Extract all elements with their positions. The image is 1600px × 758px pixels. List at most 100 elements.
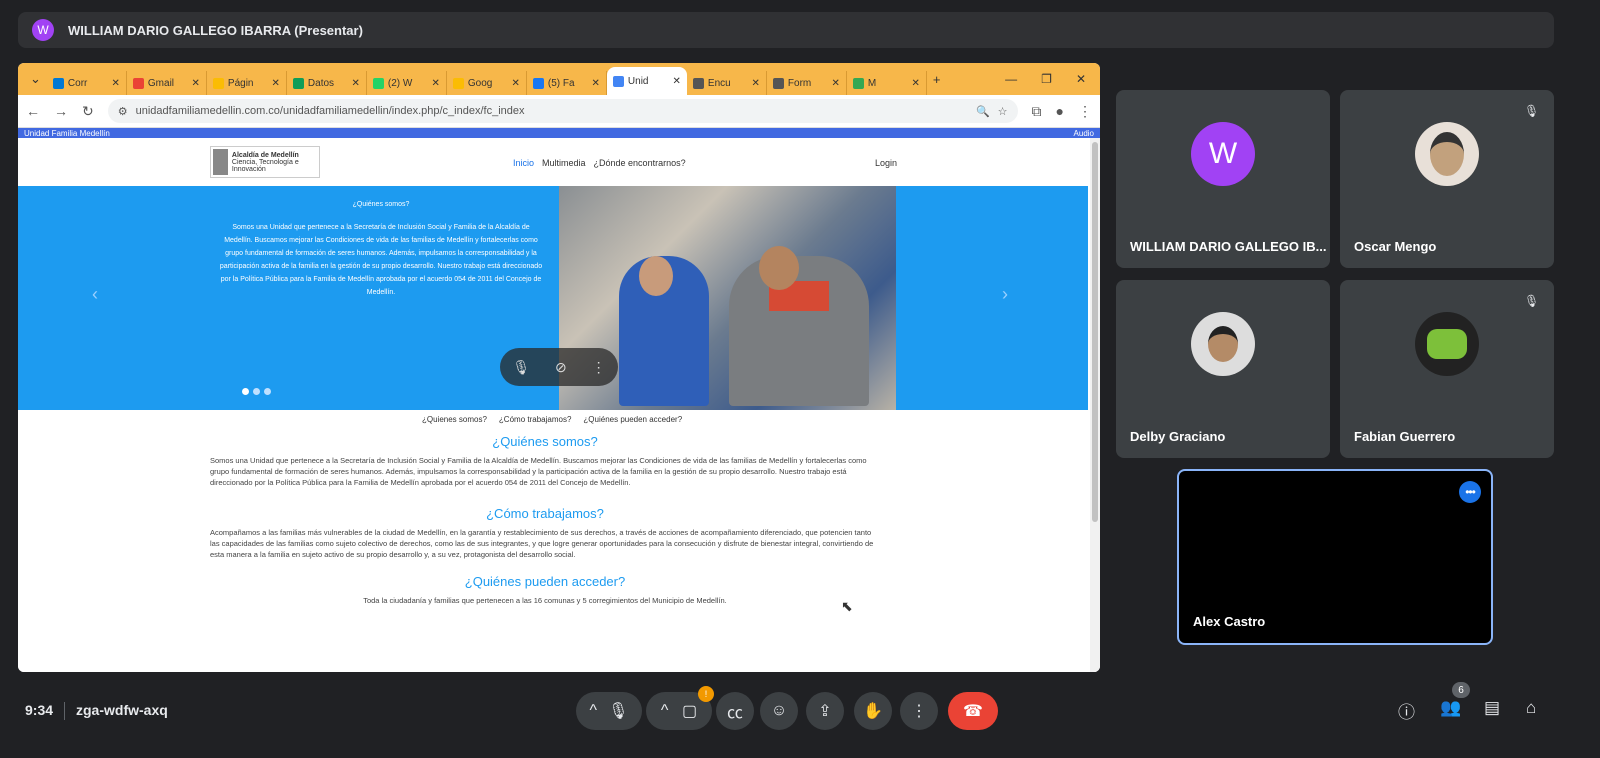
tab-close-icon[interactable]: ✕ xyxy=(752,78,760,89)
tab-favicon-icon xyxy=(532,77,544,89)
browser-tab[interactable]: Unid ✕ xyxy=(606,67,687,95)
bookmark-star-icon[interactable]: ☆ xyxy=(998,105,1008,118)
browser-tab[interactable]: (5) Fa ✕ xyxy=(527,71,607,95)
browser-tabstrip: ⌄ Corr ✕ Gmail ✕ Págin ✕ Datos ✕ (2) W ✕ Goog ✕ (5) … xyxy=(18,63,1100,95)
camera-control[interactable]: ^ ▢ ! xyxy=(646,686,714,730)
carousel-dot[interactable] xyxy=(264,388,271,395)
carousel-next-icon[interactable]: › xyxy=(1002,284,1008,305)
more-options-icon[interactable]: ••• xyxy=(1459,481,1481,503)
participant-tile[interactable]: 🎙 Fabian Guerrero xyxy=(1340,280,1554,458)
tab-favicon-icon xyxy=(612,75,624,87)
tab-close-icon[interactable]: ✕ xyxy=(832,78,840,89)
logo-subtitle: Ciencia, Tecnología e Innovación xyxy=(231,158,299,173)
link-como[interactable]: ¿Cómo trabajamos? xyxy=(499,415,571,424)
tab-close-icon[interactable]: ✕ xyxy=(272,78,280,89)
close-icon[interactable]: ✕ xyxy=(1076,72,1086,86)
browser-tab[interactable]: Goog ✕ xyxy=(447,71,527,95)
carousel-dot[interactable] xyxy=(242,388,249,395)
menu-inicio[interactable]: Inicio xyxy=(513,158,534,168)
alcaldia-logo[interactable]: Alcaldía de Medellín Ciencia, Tecnología… xyxy=(210,146,320,178)
hangup-icon: ☎ xyxy=(963,703,983,720)
link-quienes[interactable]: ¿Quienes somos? xyxy=(422,415,487,424)
mic-icon[interactable]: 🎙 xyxy=(608,701,628,721)
participant-name: Fabian Guerrero xyxy=(1354,429,1456,444)
captions-button[interactable]: ㏄ xyxy=(716,692,754,730)
section-text: Acompañamos a las familias más vulnerabl… xyxy=(210,528,874,559)
minimize-icon[interactable]: — xyxy=(1005,72,1017,86)
login-link[interactable]: Login xyxy=(875,158,897,168)
browser-menu-icon[interactable]: ⋮ xyxy=(1078,103,1092,120)
section-title: ¿Cómo trabajamos? xyxy=(486,506,604,521)
browser-tab[interactable]: Form ✕ xyxy=(767,71,847,95)
more-options-button[interactable]: ⋮ xyxy=(900,692,938,730)
raise-hand-button[interactable]: ✋ xyxy=(854,692,892,730)
tab-label: (5) Fa xyxy=(547,77,575,89)
carousel-dot[interactable] xyxy=(253,388,260,395)
reactions-button[interactable]: ☺ xyxy=(760,692,798,730)
site-info-icon[interactable]: ⚙ xyxy=(118,105,128,118)
browser-tab[interactable]: Encu ✕ xyxy=(687,71,767,95)
tab-search-icon[interactable]: ⌄ xyxy=(30,71,41,87)
chat-icon[interactable]: ▤ xyxy=(1484,698,1500,718)
captions-icon: ㏄ xyxy=(726,705,743,722)
menu-donde[interactable]: ¿Dónde encontrarnos? xyxy=(594,158,686,168)
link-acceder[interactable]: ¿Quiénes pueden acceder? xyxy=(583,415,682,424)
carousel-prev-icon[interactable]: ‹ xyxy=(92,284,98,305)
tab-close-icon[interactable]: ✕ xyxy=(592,78,600,89)
participant-count-badge: 6 xyxy=(1452,682,1470,698)
mic-off-icon: 🎙 xyxy=(1524,104,1540,118)
camera-icon[interactable]: ▢ xyxy=(682,701,697,721)
participant-avatar xyxy=(1415,312,1479,377)
leave-call-button[interactable]: ☎ xyxy=(948,692,998,730)
presenter-overlay-controls: 🎙 ⊘ ⋮ xyxy=(500,348,618,386)
reload-icon[interactable]: ↻ xyxy=(82,103,94,120)
more-options-icon[interactable]: ⋮ xyxy=(592,359,606,376)
tab-close-icon[interactable]: ✕ xyxy=(352,78,360,89)
meeting-info-icon[interactable]: ⓘ xyxy=(1398,698,1415,723)
participant-tile-active[interactable]: ••• Alex Castro xyxy=(1177,469,1493,645)
participant-tile[interactable]: 🎙 Oscar Mengo xyxy=(1340,90,1554,268)
tab-close-icon[interactable]: ✕ xyxy=(673,76,681,87)
mic-control[interactable]: ^ 🎙 xyxy=(576,692,642,730)
new-tab-button[interactable]: + xyxy=(933,72,941,87)
browser-tab[interactable]: M ✕ xyxy=(847,71,927,95)
tab-close-icon[interactable]: ✕ xyxy=(912,78,920,89)
camera-off-icon[interactable]: ⊘ xyxy=(555,359,567,376)
tab-close-icon[interactable]: ✕ xyxy=(112,78,120,89)
section-quienes: ¿Quiénes somos? Somos una Unidad que per… xyxy=(210,434,880,488)
participant-tile[interactable]: Delby Graciano xyxy=(1116,280,1330,458)
profile-icon[interactable]: ● xyxy=(1056,103,1064,119)
tab-label: Datos xyxy=(307,77,335,89)
tab-favicon-icon xyxy=(452,77,464,89)
tab-close-icon[interactable]: ✕ xyxy=(432,78,440,89)
activities-icon[interactable]: ⌂ xyxy=(1526,698,1536,718)
audio-toggle[interactable]: Audio xyxy=(1074,129,1094,138)
url-field[interactable]: ⚙ unidadfamiliamedellin.com.co/unidadfam… xyxy=(107,99,1018,123)
browser-tab[interactable]: Págin ✕ xyxy=(207,71,287,95)
tab-label: Gmail xyxy=(147,77,175,89)
restore-icon[interactable]: ❐ xyxy=(1041,72,1052,86)
browser-tab[interactable]: (2) W ✕ xyxy=(367,71,447,95)
browser-tab[interactable]: Gmail ✕ xyxy=(127,71,207,95)
page-scrollbar[interactable] xyxy=(1090,138,1100,672)
people-icon[interactable]: 👥 xyxy=(1440,698,1461,718)
menu-multimedia[interactable]: Multimedia xyxy=(542,158,586,168)
mic-off-icon[interactable]: 🎙 xyxy=(512,359,530,376)
back-icon[interactable]: ← xyxy=(26,103,40,119)
chevron-up-icon[interactable]: ^ xyxy=(661,702,669,720)
browser-tab[interactable]: Datos ✕ xyxy=(287,71,367,95)
tab-close-icon[interactable]: ✕ xyxy=(512,78,520,89)
meeting-code: zga-wdfw-axq xyxy=(76,702,168,718)
tab-close-icon[interactable]: ✕ xyxy=(192,78,200,89)
zoom-icon[interactable]: 🔍 xyxy=(976,105,990,118)
site-header: Alcaldía de Medellín Ciencia, Tecnología… xyxy=(18,138,1100,186)
extensions-icon[interactable]: ⧉ xyxy=(1032,103,1042,120)
forward-icon[interactable]: → xyxy=(54,103,68,119)
browser-tab[interactable]: Corr ✕ xyxy=(47,71,127,95)
participant-tile[interactable]: W WILLIAM DARIO GALLEGO IB... xyxy=(1116,90,1330,268)
tab-favicon-icon xyxy=(292,77,304,89)
address-bar: ← → ↻ ⚙ unidadfamiliamedellin.com.co/uni… xyxy=(18,95,1100,128)
chevron-up-icon[interactable]: ^ xyxy=(590,702,598,720)
participant-name: Alex Castro xyxy=(1193,614,1266,629)
present-button[interactable]: ⇪ xyxy=(806,692,844,730)
